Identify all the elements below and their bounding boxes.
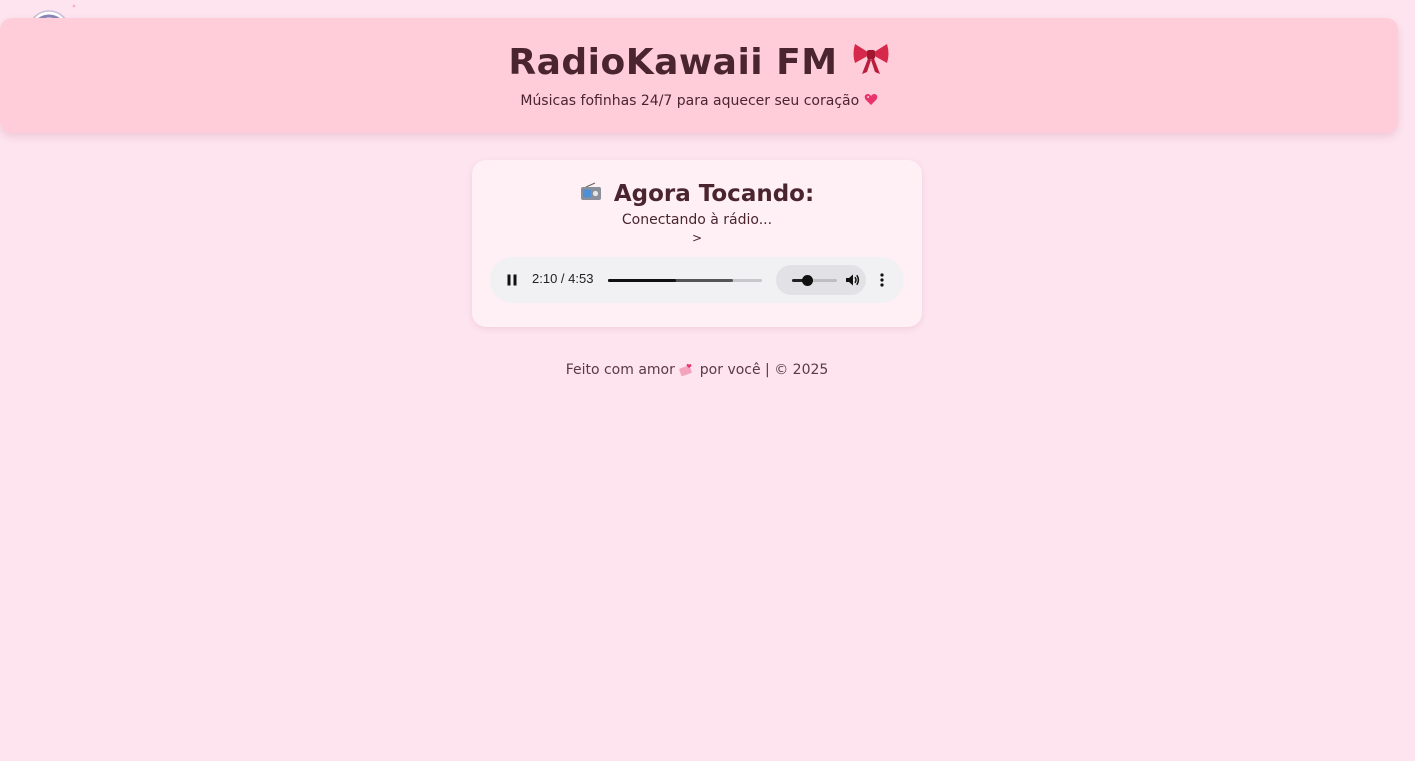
volume-thumb[interactable] [801, 275, 813, 286]
status-arrow: > [691, 230, 703, 245]
ribbon-bow-icon [852, 41, 890, 87]
played-range [608, 279, 677, 282]
site-title: RadioKawaii FM [0, 18, 1398, 87]
site-title-text: RadioKawaii FM [508, 42, 838, 83]
pause-icon [507, 274, 517, 286]
seek-bar[interactable] [608, 279, 762, 282]
sparkling-heart-icon [864, 93, 878, 109]
mute-button[interactable] [844, 272, 860, 288]
pause-button[interactable] [504, 272, 520, 288]
tagline-text: Músicas fofinhas 24/7 para aquecer seu c… [520, 93, 860, 109]
now-playing-heading-text: Agora Tocando: [613, 181, 815, 207]
now-playing-status: Conectando à rádio... [621, 211, 773, 228]
volume-icon [846, 274, 860, 286]
footer-text-end: por você | © 2025 [699, 362, 829, 378]
audio-player[interactable]: 2:10 / 4:53 [490, 257, 904, 303]
volume-control [776, 265, 866, 295]
time-display: 2:10 / 4:53 [532, 271, 594, 286]
now-playing-card: Agora Tocando: Conectando à rádio... > 2… [472, 160, 922, 327]
tagline: Músicas fofinhas 24/7 para aquecer seu c… [0, 93, 1398, 109]
site-footer: Feito com amor por você | © 2025 [0, 362, 1394, 378]
love-letter-icon [679, 362, 699, 378]
now-playing-heading: Agora Tocando: [472, 160, 922, 209]
more-options-button[interactable] [874, 272, 890, 288]
more-vertical-icon [880, 273, 884, 287]
volume-slider[interactable] [792, 275, 837, 286]
site-header: RadioKawaii FM Músicas fofinhas 24/7 par… [0, 18, 1398, 133]
footer-text-start: Feito com amor [565, 362, 675, 378]
radio-icon [580, 181, 602, 209]
